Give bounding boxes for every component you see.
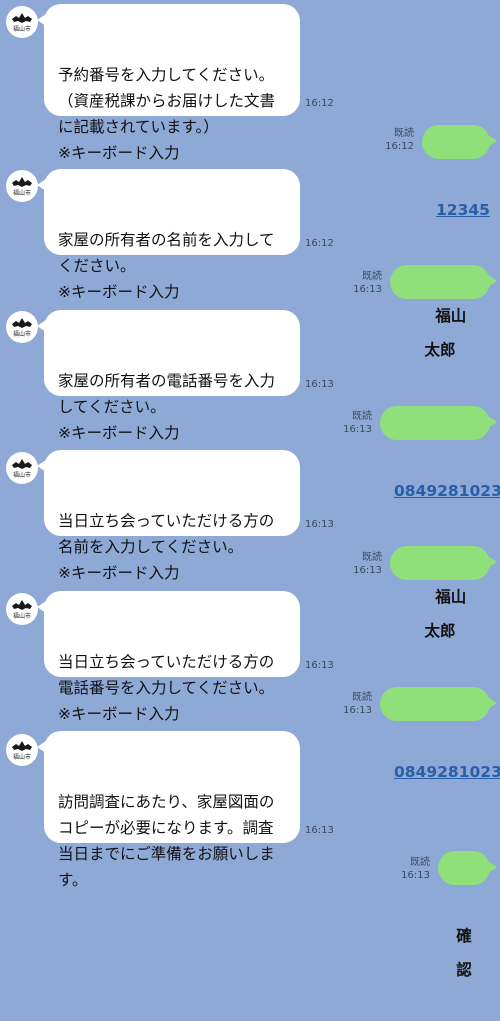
fukuyama-bat-logo-icon: 福山市: [12, 318, 32, 338]
message-line: 予約番号を入力してください。: [58, 66, 275, 84]
outgoing-message: 0849281023: [380, 687, 500, 781]
avatar[interactable]: 福山市: [6, 452, 38, 484]
message-line: に記載されています。）: [58, 118, 219, 136]
outgoing-message: 0849281023: [380, 406, 500, 500]
message-line: コピーが必要になります。調査: [58, 819, 274, 837]
message-line: 家屋の所有者の名前を入力して: [58, 231, 275, 249]
message-meta: 既読 16:13: [343, 691, 372, 717]
avatar[interactable]: 福山市: [6, 734, 38, 766]
fukuyama-bat-logo-icon: 福山市: [12, 741, 32, 761]
avatar[interactable]: 福山市: [6, 593, 38, 625]
message-timestamp: 16:13: [305, 660, 334, 671]
message-timestamp: 16:13: [305, 379, 334, 390]
read-receipt: 既読: [362, 271, 382, 282]
read-receipt: 既読: [352, 692, 372, 703]
incoming-message: 予約番号を入力してください。 （資産税課からお届けした文書 に記載されています。） ※…: [37, 4, 300, 162]
message-timestamp: 16:13: [305, 519, 334, 530]
message-line: （資産税課からお届けした文書: [58, 92, 276, 110]
message-line: す。: [58, 871, 88, 889]
message-meta: 既読 16:12: [385, 127, 414, 153]
avatar[interactable]: 福山市: [6, 170, 38, 202]
message-line: 家屋の所有者の電話番号を入力: [58, 372, 276, 390]
incoming-message: 家屋の所有者の名前を入力して ください。 ※キーボード入力: [37, 169, 300, 301]
message-line: 電話番号を入力してください。: [58, 679, 275, 697]
message-timestamp: 16:12: [305, 238, 334, 249]
fukuyama-bat-logo-icon: 福山市: [12, 13, 32, 33]
message-meta: 既読 16:13: [343, 410, 372, 436]
message-meta: 既読 16:13: [353, 551, 382, 577]
incoming-message: 訪問調査にあたり、家屋図面の コピーが必要になります。調査 当日までにご準備をお願い…: [37, 731, 300, 889]
message-line: ※キーボード入力: [58, 283, 180, 301]
avatar-label: 福山市: [13, 189, 31, 197]
avatar[interactable]: 福山市: [6, 6, 38, 38]
avatar-label: 福山市: [13, 612, 31, 620]
read-receipt: 既読: [352, 411, 372, 422]
message-line: 訪問調査にあたり、家屋図面の: [58, 793, 275, 811]
message-timestamp: 16:13: [401, 870, 430, 881]
attendee-phone-link[interactable]: 0849281023: [394, 763, 500, 781]
fukuyama-bat-logo-icon: 福山市: [12, 459, 32, 479]
read-receipt: 既読: [362, 552, 382, 563]
message-line: ※キーボード入力: [58, 705, 180, 723]
message-line: ※キーボード入力: [58, 564, 180, 582]
read-receipt: 既読: [410, 857, 430, 868]
incoming-message: 当日立ち会っていただける方の 電話番号を入力してください。 ※キーボード入力: [37, 591, 300, 723]
avatar-label: 福山市: [13, 25, 31, 33]
message-line: 当日立ち会っていただける方の: [58, 512, 275, 530]
outgoing-message: 12345: [422, 125, 497, 219]
message-timestamp: 16:12: [305, 98, 334, 109]
message-timestamp: 16:13: [343, 424, 372, 435]
read-receipt: 既読: [394, 128, 414, 139]
message-line: ください。: [58, 257, 136, 275]
incoming-message: 家屋の所有者の電話番号を入力 してください。 ※キーボード入力: [37, 310, 300, 442]
fukuyama-bat-logo-icon: 福山市: [12, 177, 32, 197]
message-line: ※キーボード入力: [58, 144, 180, 162]
message-line: 当日立ち会っていただける方の: [58, 653, 275, 671]
message-line: 名前を入力してください。: [58, 538, 244, 556]
message-timestamp: 16:13: [305, 825, 334, 836]
avatar-label: 福山市: [13, 330, 31, 338]
message-timestamp: 16:13: [353, 565, 382, 576]
reservation-number-link[interactable]: 12345: [436, 201, 490, 219]
owner-phone-link[interactable]: 0849281023: [394, 482, 500, 500]
avatar-label: 福山市: [13, 471, 31, 479]
owner-name-text: 福山 太郎: [424, 307, 482, 359]
message-meta: 既読 16:13: [353, 270, 382, 296]
message-line: 当日までにご準備をお願いしま: [58, 845, 275, 863]
chat-thread: 福山市 予約番号を入力してください。 （資産税課からお届けした文書 に記載されていま…: [0, 0, 500, 979]
attendee-name-text: 福山 太郎: [424, 588, 482, 640]
avatar[interactable]: 福山市: [6, 311, 38, 343]
confirm-text: 確認: [456, 927, 472, 979]
fukuyama-bat-logo-icon: 福山市: [12, 600, 32, 620]
outgoing-message: 確認: [438, 851, 497, 979]
message-line: ※キーボード入力: [58, 424, 180, 442]
message-meta: 既読 16:13: [401, 856, 430, 882]
incoming-message: 当日立ち会っていただける方の 名前を入力してください。 ※キーボード入力: [37, 450, 300, 582]
avatar-label: 福山市: [13, 753, 31, 761]
message-timestamp: 16:13: [343, 705, 372, 716]
message-line: してください。: [58, 398, 166, 416]
outgoing-message: 福山 太郎: [390, 546, 497, 640]
message-timestamp: 16:13: [353, 284, 382, 295]
outgoing-message: 福山 太郎: [390, 265, 497, 359]
message-timestamp: 16:12: [385, 141, 414, 152]
